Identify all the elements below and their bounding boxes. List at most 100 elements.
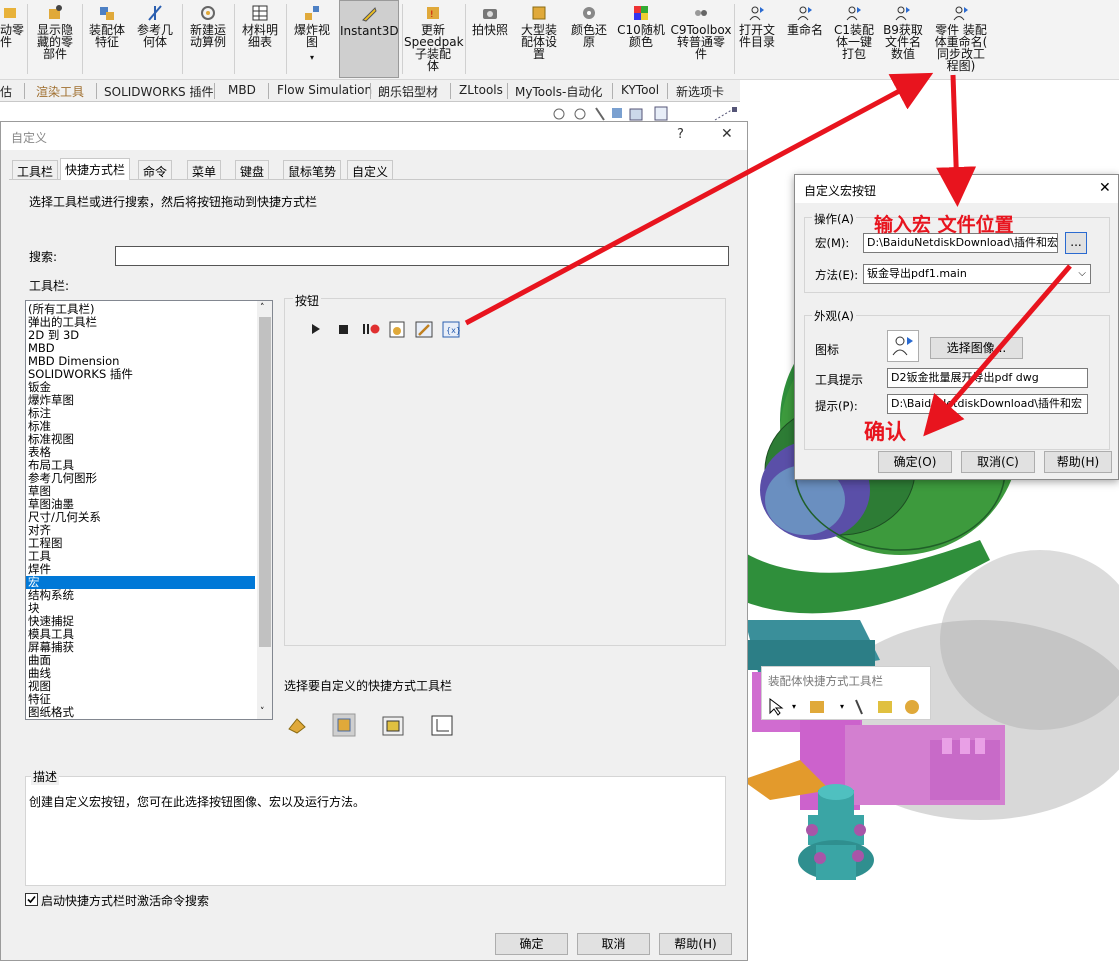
description-label: 描述 <box>31 768 60 785</box>
tab-estimate[interactable]: 估 <box>0 83 12 100</box>
svg-text:!: ! <box>430 10 434 20</box>
browse-button[interactable]: ... <box>1065 232 1087 254</box>
tab-mbd[interactable]: MBD <box>228 83 256 97</box>
large-assembly-icon <box>532 6 546 20</box>
toolbar-label: 工具栏: <box>29 279 70 293</box>
macro-label: 宏(M): <box>815 236 850 250</box>
camera-icon <box>483 9 497 19</box>
cancel-button[interactable]: 取消 <box>577 933 650 955</box>
ribbon-item-snapshot[interactable]: 拍快照 <box>468 4 512 76</box>
tooltip-label: 工具提示 <box>815 373 864 387</box>
tab-new-tab[interactable]: 新选项卡 <box>676 83 724 100</box>
tab-zltools[interactable]: ZLtools <box>459 83 503 97</box>
macro-buttons-row[interactable]: {x} <box>309 319 469 339</box>
svg-text:▾: ▾ <box>840 702 844 711</box>
ribbon-item-open-folder[interactable]: 打开文 件目录 <box>736 4 778 76</box>
chevron-down-icon[interactable]: ˅ <box>260 707 265 717</box>
close-icon[interactable]: ✕ <box>721 126 733 142</box>
show-hidden-icon <box>49 5 62 19</box>
ribbon-item-rename[interactable]: 重命名 <box>782 4 828 76</box>
toolbar-listbox[interactable]: (所有工具栏) 弹出的工具栏 2D 到 3D MBD MBD Dimension SOLI… <box>25 300 273 720</box>
toolbar-list-item[interactable]: 图纸格式 <box>28 706 74 719</box>
annotation-confirm: 确认 <box>864 420 906 444</box>
choose-image-button[interactable]: 选择图像... <box>930 337 1023 359</box>
svg-text:{x}: {x} <box>446 326 461 335</box>
ribbon-item-c9toolbox[interactable]: C9Toolbox 转普通零 件 <box>670 4 732 76</box>
ribbon-item-new-motion-study[interactable]: 新建运 动算例 <box>185 4 231 76</box>
help-button[interactable]: 帮助(H) <box>1044 451 1112 473</box>
tab-flow-simulation[interactable]: Flow Simulation <box>277 83 372 97</box>
ribbon-item-instant3d[interactable]: Instant3D <box>339 0 399 78</box>
tab-langle-profile[interactable]: 朗乐铝型材 <box>378 83 438 100</box>
icon-label: 图标 <box>815 343 840 357</box>
help-icon[interactable]: ? <box>677 127 684 142</box>
scrollbar-thumb[interactable] <box>259 317 271 647</box>
action-group-label: 操作(A) <box>812 211 856 227</box>
shortcut-toolbar-buttons[interactable]: ▾ ▾ <box>766 697 928 717</box>
tab-toolbars[interactable]: 工具栏 <box>12 160 59 180</box>
bill-of-materials-icon <box>252 5 268 21</box>
stop-macro-icon <box>339 325 348 334</box>
icon-preview[interactable] <box>887 330 919 362</box>
ribbon-item-exploded-view[interactable]: 爆炸视 图 ▾ <box>289 4 335 76</box>
tab-shortcut-bar[interactable]: 快捷方式栏 <box>60 158 131 180</box>
ok-button[interactable]: 确定(O) <box>878 451 952 473</box>
tab-customize[interactable]: 自定义 <box>347 160 394 180</box>
color-restore-icon <box>583 7 595 19</box>
tab-kytool[interactable]: KYTool <box>621 83 659 97</box>
customize-dialog: 自定义 ? ✕ 工具栏 快捷方式栏 命令 菜单 键盘 鼠标笔势 自定义 选择工具… <box>0 121 748 961</box>
ribbon-item-move-component[interactable]: 动零 件 <box>0 4 24 76</box>
svg-text:▾: ▾ <box>792 702 796 711</box>
tab-render-tools[interactable]: 渲染工具 <box>36 83 84 100</box>
annotation-input-macro-path: 输入宏 文件位置 <box>874 214 1014 236</box>
macro-person-icon <box>846 6 861 21</box>
help-button[interactable]: 帮助(H) <box>659 933 732 955</box>
ribbon-item-update-speedpak[interactable]: ! 更新 Speedpak 子装配 体 <box>404 4 464 76</box>
move-component-icon <box>4 8 16 18</box>
ribbon-item-assembly-features[interactable]: 装配体 特征 <box>85 4 129 76</box>
tab-mytools[interactable]: MyTools-自动化 <box>515 83 602 100</box>
macro-person-icon <box>953 6 968 21</box>
tab-solidworks-addins[interactable]: SOLIDWORKS 插件 <box>104 83 213 100</box>
listbox-scrollbar[interactable]: ˄ ˅ <box>257 301 272 719</box>
tooltip-field[interactable]: D2钣金批量展开导出pdf dwg <box>887 368 1088 388</box>
command-manager-tabs: 估 渲染工具 SOLIDWORKS 插件 MBD Flow Simulation… <box>0 80 740 102</box>
shortcut-toolbar-label: 选择要自定义的快捷方式工具栏 <box>284 679 453 693</box>
chevron-up-icon[interactable]: ˄ <box>260 303 265 313</box>
dialog-title: 自定义 <box>11 131 48 145</box>
tab-commands[interactable]: 命令 <box>138 160 173 180</box>
cancel-button[interactable]: 取消(C) <box>961 451 1035 473</box>
convert-part-icon <box>695 10 707 16</box>
shortcut-toolbar-picker[interactable] <box>285 713 465 739</box>
ribbon-item-get-filename[interactable]: B9获取 文件名 数值 <box>880 4 926 76</box>
description-text: 创建自定义宏按钮，您可在此选择按钮图像、宏以及运行方法。 <box>29 795 366 809</box>
motion-study-icon <box>201 6 215 20</box>
macro-dialog-titlebar: 自定义宏按钮 ✕ <box>795 175 1118 203</box>
ribbon-item-color-restore[interactable]: 颜色还 原 <box>566 4 612 76</box>
ribbon-item-large-assembly[interactable]: 大型装 配体设 置 <box>516 4 562 76</box>
ribbon-item-sync-rename[interactable]: 零件 装配 体重命名( 同步改工 程图) <box>930 4 992 76</box>
prompt-field[interactable]: D:\BaiduNetdiskDownload\插件和宏 <box>887 394 1088 414</box>
activate-search-checkbox[interactable] <box>25 893 38 906</box>
search-input[interactable] <box>115 246 729 266</box>
appearance-group-label: 外观(A) <box>812 308 856 324</box>
macro-dialog-title: 自定义宏按钮 <box>804 184 877 198</box>
ribbon-item-pack-and-go[interactable]: C1装配 体一键 打包 <box>832 4 876 76</box>
instruction-text: 选择工具栏或进行搜索，然后将按钮拖动到快捷方式栏 <box>29 195 318 209</box>
checkmark-icon <box>27 895 36 904</box>
ribbon-item-reference-geometry[interactable]: 参考几 何体 <box>133 4 177 76</box>
tab-mouse-gestures[interactable]: 鼠标笔势 <box>283 160 342 180</box>
ribbon-item-show-hidden[interactable]: 显示隐 藏的零 部件 <box>30 4 80 76</box>
ribbon-item-bom[interactable]: 材料明 细表 <box>237 4 283 76</box>
ribbon-item-random-color[interactable]: C10随机 颜色 <box>616 4 666 76</box>
method-select[interactable]: 钣金导出pdf1.main ⌵ <box>863 264 1091 284</box>
macro-person-icon <box>895 6 910 21</box>
close-icon[interactable]: ✕ <box>1099 180 1111 196</box>
reference-geometry-icon <box>148 5 162 21</box>
tab-keyboard[interactable]: 键盘 <box>235 160 270 180</box>
activate-search-label: 启动快捷方式栏时激活命令搜索 <box>41 894 210 908</box>
tab-menus[interactable]: 菜单 <box>187 160 222 180</box>
assembly-shortcut-toolbar: 装配体快捷方式工具栏 ▾ ▾ <box>761 666 931 720</box>
macro-person-icon <box>892 336 913 356</box>
ok-button[interactable]: 确定 <box>495 933 568 955</box>
